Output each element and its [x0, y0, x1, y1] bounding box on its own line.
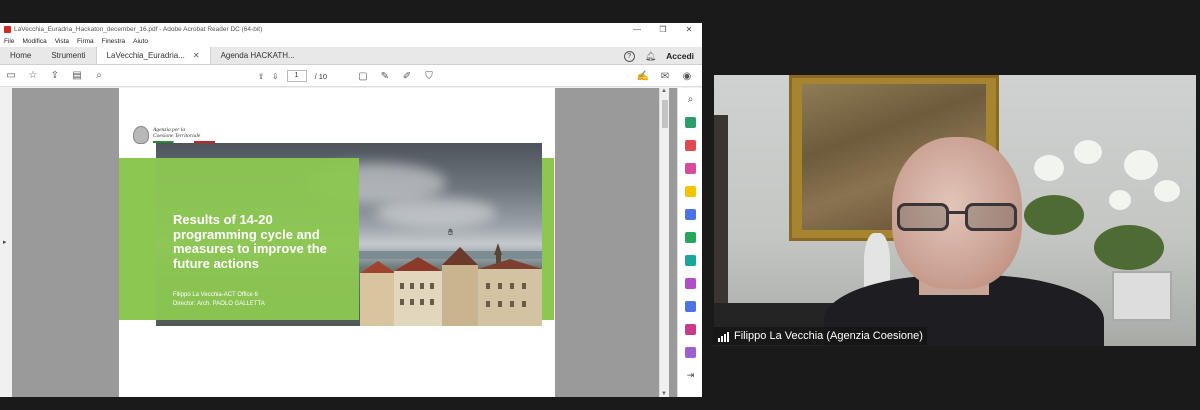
redact-icon[interactable] — [685, 324, 696, 335]
page-total: / 10 — [314, 71, 328, 81]
save-icon[interactable]: ▭ — [0, 70, 22, 81]
upload-icon[interactable]: ⇪ — [44, 70, 66, 81]
tab-document-agenda[interactable]: Agenda HACKATH... — [211, 47, 305, 64]
slide-author: Filippo La Vecchia-ACT Office 6 — [173, 292, 258, 298]
collapse-pane-icon[interactable]: ⇥ — [687, 370, 695, 381]
slide-subtitle: Filippo La Vecchia-ACT Office 6 Director… — [173, 291, 265, 309]
star-icon[interactable]: ☆ — [22, 70, 44, 81]
right-tools-pane: ⌕ ⇥ — [677, 88, 702, 397]
edit-pdf-icon[interactable] — [685, 163, 696, 174]
mail-icon[interactable]: ✉ — [654, 71, 676, 82]
menu-aiuto[interactable]: Aiuto — [133, 38, 148, 45]
tool-create-pdf[interactable] — [678, 134, 702, 157]
tool-edit-pdf[interactable] — [678, 157, 702, 180]
search-icon[interactable]: ⌕ — [88, 70, 110, 81]
export-pdf-icon[interactable] — [685, 117, 696, 128]
menu-vista[interactable]: Vista — [55, 38, 69, 45]
tool-zoom[interactable]: ⌕ — [678, 88, 702, 111]
maximize-icon[interactable]: ❐ — [650, 23, 676, 36]
help-icon[interactable]: ? — [623, 50, 635, 62]
tool-combine[interactable] — [678, 203, 702, 226]
protect-icon[interactable] — [685, 301, 696, 312]
toolbar: ▭ ☆ ⇪ ▤ ⌕ ⇧ ⇩ 1 / 10 ▢ ✎ ✐ ⛉ ✍ ✉ ◉ — [0, 65, 702, 87]
logo-line2: Coesione Territoriale — [153, 133, 201, 139]
hand-cursor-icon: ✋︎ — [448, 227, 454, 237]
expand-left-icon[interactable]: ▸ — [3, 238, 7, 246]
page-navigation: ⇧ ⇩ 1 / 10 — [258, 65, 327, 87]
menu-finestra[interactable]: Finestra — [102, 38, 125, 45]
window-title: LaVecchia_Euradria_Hackaton_december_16.… — [14, 26, 263, 33]
stamp-icon[interactable]: ⛉ — [418, 71, 440, 82]
tool-fill-sign[interactable] — [678, 272, 702, 295]
share-icon[interactable]: ◉ — [676, 71, 698, 82]
highlight-icon[interactable]: ✐ — [396, 71, 418, 82]
pen-icon[interactable]: ✎ — [374, 71, 396, 82]
scrollbar-thumb[interactable] — [662, 100, 668, 128]
close-tab-icon[interactable]: ✕ — [193, 51, 200, 60]
tool-protect[interactable] — [678, 295, 702, 318]
flower-vase — [1014, 135, 1194, 285]
combine-icon[interactable] — [685, 209, 696, 220]
framed-photo — [1112, 271, 1172, 321]
pdf-page: Agenzia per la Coesione Territoriale Res… — [119, 88, 555, 397]
page-up-icon[interactable]: ⇧ — [258, 72, 264, 81]
tab-tools-label: Strumenti — [51, 51, 86, 60]
comment-icon[interactable]: ▢ — [352, 71, 374, 82]
menu-bar: File Modifica Vista Firma Finestra Aiuto — [0, 36, 702, 47]
scroll-up-icon[interactable]: ▲ — [661, 88, 667, 94]
acrobat-window: LaVecchia_Euradria_Hackaton_december_16.… — [0, 23, 702, 397]
acrobat-logo-icon — [4, 26, 11, 33]
tool-comment[interactable] — [678, 180, 702, 203]
title-bar: LaVecchia_Euradria_Hackaton_december_16.… — [0, 23, 702, 36]
organize-pages-icon[interactable] — [685, 232, 696, 243]
tool-redact[interactable] — [678, 318, 702, 341]
menu-file[interactable]: File — [4, 38, 14, 45]
menu-modifica[interactable]: Modifica — [22, 38, 46, 45]
tab-document-lavecchia[interactable]: LaVecchia_Euradria... ✕ — [95, 47, 211, 64]
participant-video — [714, 75, 1196, 346]
italian-emblem-icon — [133, 126, 149, 144]
slide-title: Results of 14-20 programming cycle and m… — [173, 212, 327, 271]
create-pdf-icon[interactable] — [685, 140, 696, 151]
tab-tools[interactable]: Strumenti — [41, 47, 95, 64]
vertical-scrollbar[interactable]: ▲ ▼ — [659, 88, 669, 397]
sign-icon[interactable]: ✍ — [632, 71, 654, 82]
slide-director: Director: Arch. PAOLO GALLETTA — [173, 301, 265, 307]
slide-green-band-left — [119, 158, 156, 320]
participant-name: Filippo La Vecchia (Agenzia Coesione) — [734, 330, 923, 342]
bell-icon[interactable]: 🔔︎ — [645, 51, 656, 62]
tab-doc1-label: LaVecchia_Euradria... — [106, 51, 185, 60]
tab-home-label: Home — [10, 51, 32, 60]
comment-tool-icon[interactable] — [685, 186, 696, 197]
document-area[interactable]: ▸ Agenzia per la Coesione Territoriale R… — [0, 88, 677, 397]
glasses — [897, 203, 1027, 233]
scan-icon[interactable] — [685, 255, 696, 266]
tab-bar: Home Strumenti LaVecchia_Euradria... ✕ A… — [0, 47, 702, 65]
tool-organize[interactable] — [678, 226, 702, 249]
tool-export-pdf[interactable] — [678, 111, 702, 134]
more-tools-icon[interactable] — [685, 347, 696, 358]
agency-logo: Agenzia per la Coesione Territoriale — [133, 126, 215, 144]
fill-sign-icon[interactable] — [685, 278, 696, 289]
signal-strength-icon — [718, 331, 729, 342]
tool-scan[interactable] — [678, 249, 702, 272]
participant-name-tag: Filippo La Vecchia (Agenzia Coesione) — [714, 327, 927, 345]
close-window-icon[interactable]: ✕ — [676, 23, 702, 36]
minimize-icon[interactable]: — — [624, 23, 650, 36]
page-number-input[interactable]: 1 — [286, 70, 307, 82]
scroll-down-icon[interactable]: ▼ — [661, 391, 667, 397]
print-icon[interactable]: ▤ — [66, 70, 88, 81]
left-panel-toggle[interactable]: ▸ — [0, 88, 12, 397]
tab-doc2-label: Agenda HACKATH... — [220, 51, 295, 60]
zoom-icon[interactable]: ⌕ — [688, 94, 694, 105]
tool-more[interactable] — [678, 341, 702, 364]
tool-collapse[interactable]: ⇥ — [678, 364, 702, 387]
slide-green-band-right — [542, 158, 554, 320]
page-down-icon[interactable]: ⇩ — [272, 72, 278, 81]
tab-home[interactable]: Home — [0, 47, 41, 64]
signin-button[interactable]: Accedi — [666, 51, 694, 61]
menu-firma[interactable]: Firma — [77, 38, 94, 45]
